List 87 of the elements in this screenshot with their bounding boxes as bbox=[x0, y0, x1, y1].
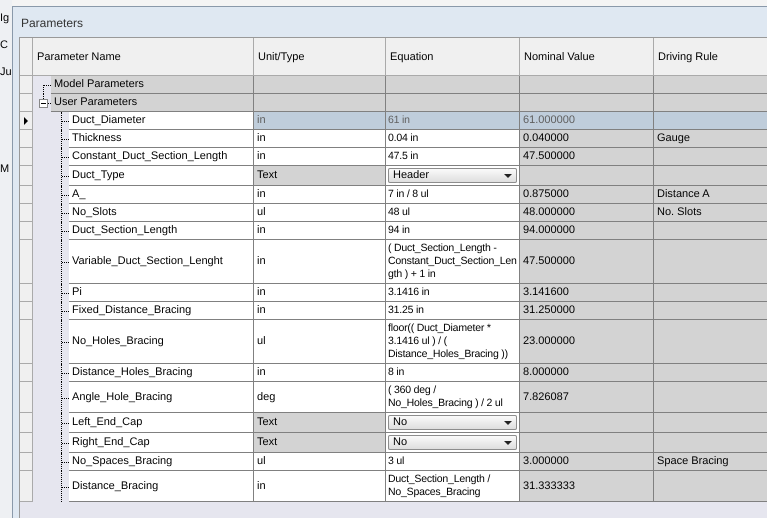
parameter-name-cell: Angle_Hole_Bracing bbox=[69, 382, 254, 413]
equation-cell[interactable]: 7 in / 8 ul bbox=[386, 186, 520, 204]
equation-cell[interactable]: 48 ul bbox=[386, 204, 520, 222]
column-header[interactable]: Equation bbox=[386, 38, 520, 76]
driving-rule-cell: No. Slots bbox=[654, 204, 767, 222]
unit-cell: ul bbox=[254, 320, 386, 364]
parameter-name-cell: Duct_Section_Length bbox=[69, 222, 254, 240]
parameter-name-cell: Variable_Duct_Section_Lenght bbox=[69, 240, 254, 284]
nominal-value-cell: 3.000000 bbox=[520, 453, 654, 471]
parameter-name-cell: Pi bbox=[69, 284, 254, 302]
parameter-name-cell: Distance_Bracing bbox=[69, 471, 254, 502]
parameter-name-cell: Distance_Holes_Bracing bbox=[69, 364, 254, 382]
unit-cell: in bbox=[254, 148, 386, 166]
column-header[interactable]: Parameter Name bbox=[33, 38, 254, 76]
equation-cell[interactable]: 3.1416 in bbox=[386, 284, 520, 302]
background-label: Ig bbox=[0, 12, 10, 25]
unit-cell: in bbox=[254, 222, 386, 240]
equation-cell[interactable]: 94 in bbox=[386, 222, 520, 240]
background-label: M bbox=[0, 163, 10, 176]
nominal-value-cell: 47.500000 bbox=[520, 240, 654, 284]
unit-cell: Text bbox=[254, 413, 386, 433]
unit-cell: in bbox=[254, 130, 386, 148]
unit-cell: ul bbox=[254, 453, 386, 471]
unit-cell: in bbox=[254, 364, 386, 382]
column-header[interactable]: Nominal Value bbox=[520, 38, 654, 76]
driving-rule-cell: Distance A bbox=[654, 186, 767, 204]
nominal-value-cell: 0.875000 bbox=[520, 186, 654, 204]
column-header[interactable]: Driving Rule bbox=[654, 38, 767, 76]
unit-cell: ul bbox=[254, 204, 386, 222]
nominal-value-cell: 48.000000 bbox=[520, 204, 654, 222]
column-header[interactable]: Unit/Type bbox=[254, 38, 386, 76]
nominal-value-cell: 31.250000 bbox=[520, 302, 654, 320]
unit-cell: in bbox=[254, 284, 386, 302]
unit-cell: in bbox=[254, 471, 386, 502]
unit-cell: in bbox=[254, 112, 386, 130]
group-row[interactable]: User Parameters bbox=[51, 94, 254, 112]
driving-rule-cell: Gauge bbox=[654, 130, 767, 148]
equation-cell[interactable]: 31.25 in bbox=[386, 302, 520, 320]
equation-cell[interactable]: floor(( Duct_Diameter * 3.1416 ul ) / ( Distance_Holes_Bracing )) bbox=[386, 320, 520, 364]
equation-cell[interactable]: 0.04 in bbox=[386, 130, 520, 148]
equation-cell[interactable]: ( Duct_Section_Length - Constant_Duct_Section_Length ) + 1 in bbox=[386, 240, 520, 284]
background-label: Ju bbox=[0, 66, 12, 79]
window-title: Parameters bbox=[20, 15, 84, 32]
nominal-value-cell: 3.141600 bbox=[520, 284, 654, 302]
caret-icon bbox=[504, 174, 512, 178]
equation-cell[interactable]: 3 ul bbox=[386, 453, 520, 471]
equation-cell[interactable]: ( 360 deg / No_Holes_Bracing ) / 2 ul bbox=[386, 382, 520, 413]
parameter-name-cell: Duct_Diameter bbox=[69, 112, 254, 130]
nominal-value-cell: 31.333333 bbox=[520, 471, 654, 502]
equation-cell[interactable]: 47.5 in bbox=[386, 148, 520, 166]
nominal-value-cell: 7.826087 bbox=[520, 382, 654, 413]
unit-cell: Text bbox=[254, 166, 386, 186]
unit-cell: Text bbox=[254, 433, 386, 453]
unit-cell: in bbox=[254, 302, 386, 320]
row-header[interactable] bbox=[20, 112, 33, 130]
equation-dropdown[interactable]: Header bbox=[388, 168, 517, 183]
parameter-name-cell: Fixed_Distance_Bracing bbox=[69, 302, 254, 320]
parameter-name-cell: Duct_Type bbox=[69, 166, 254, 186]
driving-rule-cell: Space Bracing bbox=[654, 453, 767, 471]
nominal-value-cell: 23.000000 bbox=[520, 320, 654, 364]
equation-dropdown[interactable]: No bbox=[388, 435, 517, 450]
parameter-name-cell: Right_End_Cap bbox=[69, 433, 254, 453]
collapse-icon[interactable] bbox=[39, 99, 48, 108]
equation-dropdown[interactable]: No bbox=[388, 415, 517, 430]
current-row-arrow-icon bbox=[24, 116, 28, 124]
parameter-name-cell: No_Slots bbox=[69, 204, 254, 222]
parameter-name-cell: No_Holes_Bracing bbox=[69, 320, 254, 364]
equation-cell[interactable]: 8 in bbox=[386, 364, 520, 382]
unit-cell: deg bbox=[254, 382, 386, 413]
equation-cell[interactable]: Duct_Section_Length / No_Spaces_Bracing bbox=[386, 471, 520, 502]
nominal-value-cell: 0.040000 bbox=[520, 130, 654, 148]
caret-icon bbox=[504, 420, 512, 424]
parameter-name-cell: A_ bbox=[69, 186, 254, 204]
group-row[interactable]: Model Parameters bbox=[51, 76, 254, 94]
parameter-name-cell: Left_End_Cap bbox=[69, 413, 254, 433]
caret-icon bbox=[504, 440, 512, 444]
equation-cell[interactable]: 61 in bbox=[386, 112, 520, 130]
parameter-name-cell: Constant_Duct_Section_Length bbox=[69, 148, 254, 166]
nominal-value-cell: 94.000000 bbox=[520, 222, 654, 240]
parameter-name-cell: No_Spaces_Bracing bbox=[69, 453, 254, 471]
parameter-name-cell: Thickness bbox=[69, 130, 254, 148]
unit-cell: in bbox=[254, 240, 386, 284]
unit-cell: in bbox=[254, 186, 386, 204]
nominal-value-cell: 8.000000 bbox=[520, 364, 654, 382]
background-label: C bbox=[0, 39, 9, 52]
nominal-value-cell: 61.000000 bbox=[520, 112, 654, 130]
nominal-value-cell: 47.500000 bbox=[520, 148, 654, 166]
